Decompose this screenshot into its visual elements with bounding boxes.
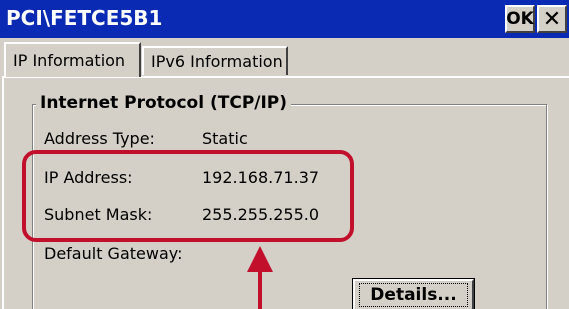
ok-button[interactable]: OK bbox=[505, 5, 535, 33]
annotation-arrow-head-icon bbox=[247, 246, 273, 272]
window-title: PCI\FETCE5B1 bbox=[6, 6, 163, 30]
default-gateway-label: Default Gateway: bbox=[44, 244, 183, 263]
close-icon[interactable]: ✕ bbox=[537, 5, 567, 33]
details-button[interactable]: Details... bbox=[352, 278, 475, 309]
tab-ipv6-information[interactable]: IPv6 Information bbox=[142, 46, 288, 75]
details-button-label: Details... bbox=[359, 283, 468, 307]
address-type-label: Address Type: bbox=[44, 129, 155, 148]
tab-ip-information[interactable]: IP Information bbox=[4, 42, 141, 77]
address-type-value: Static bbox=[202, 129, 248, 148]
tab-ipv6-information-label: IPv6 Information bbox=[151, 52, 283, 71]
title-bar: PCI\FETCE5B1 OK ✕ bbox=[0, 0, 569, 38]
group-title: Internet Protocol (TCP/IP) bbox=[36, 93, 292, 113]
annotation-highlight-box bbox=[22, 150, 354, 242]
annotation-arrow-shaft bbox=[258, 270, 262, 309]
network-properties-window: PCI\FETCE5B1 OK ✕ IP Information IPv6 In… bbox=[0, 0, 569, 309]
tab-ip-information-label: IP Information bbox=[13, 51, 126, 70]
